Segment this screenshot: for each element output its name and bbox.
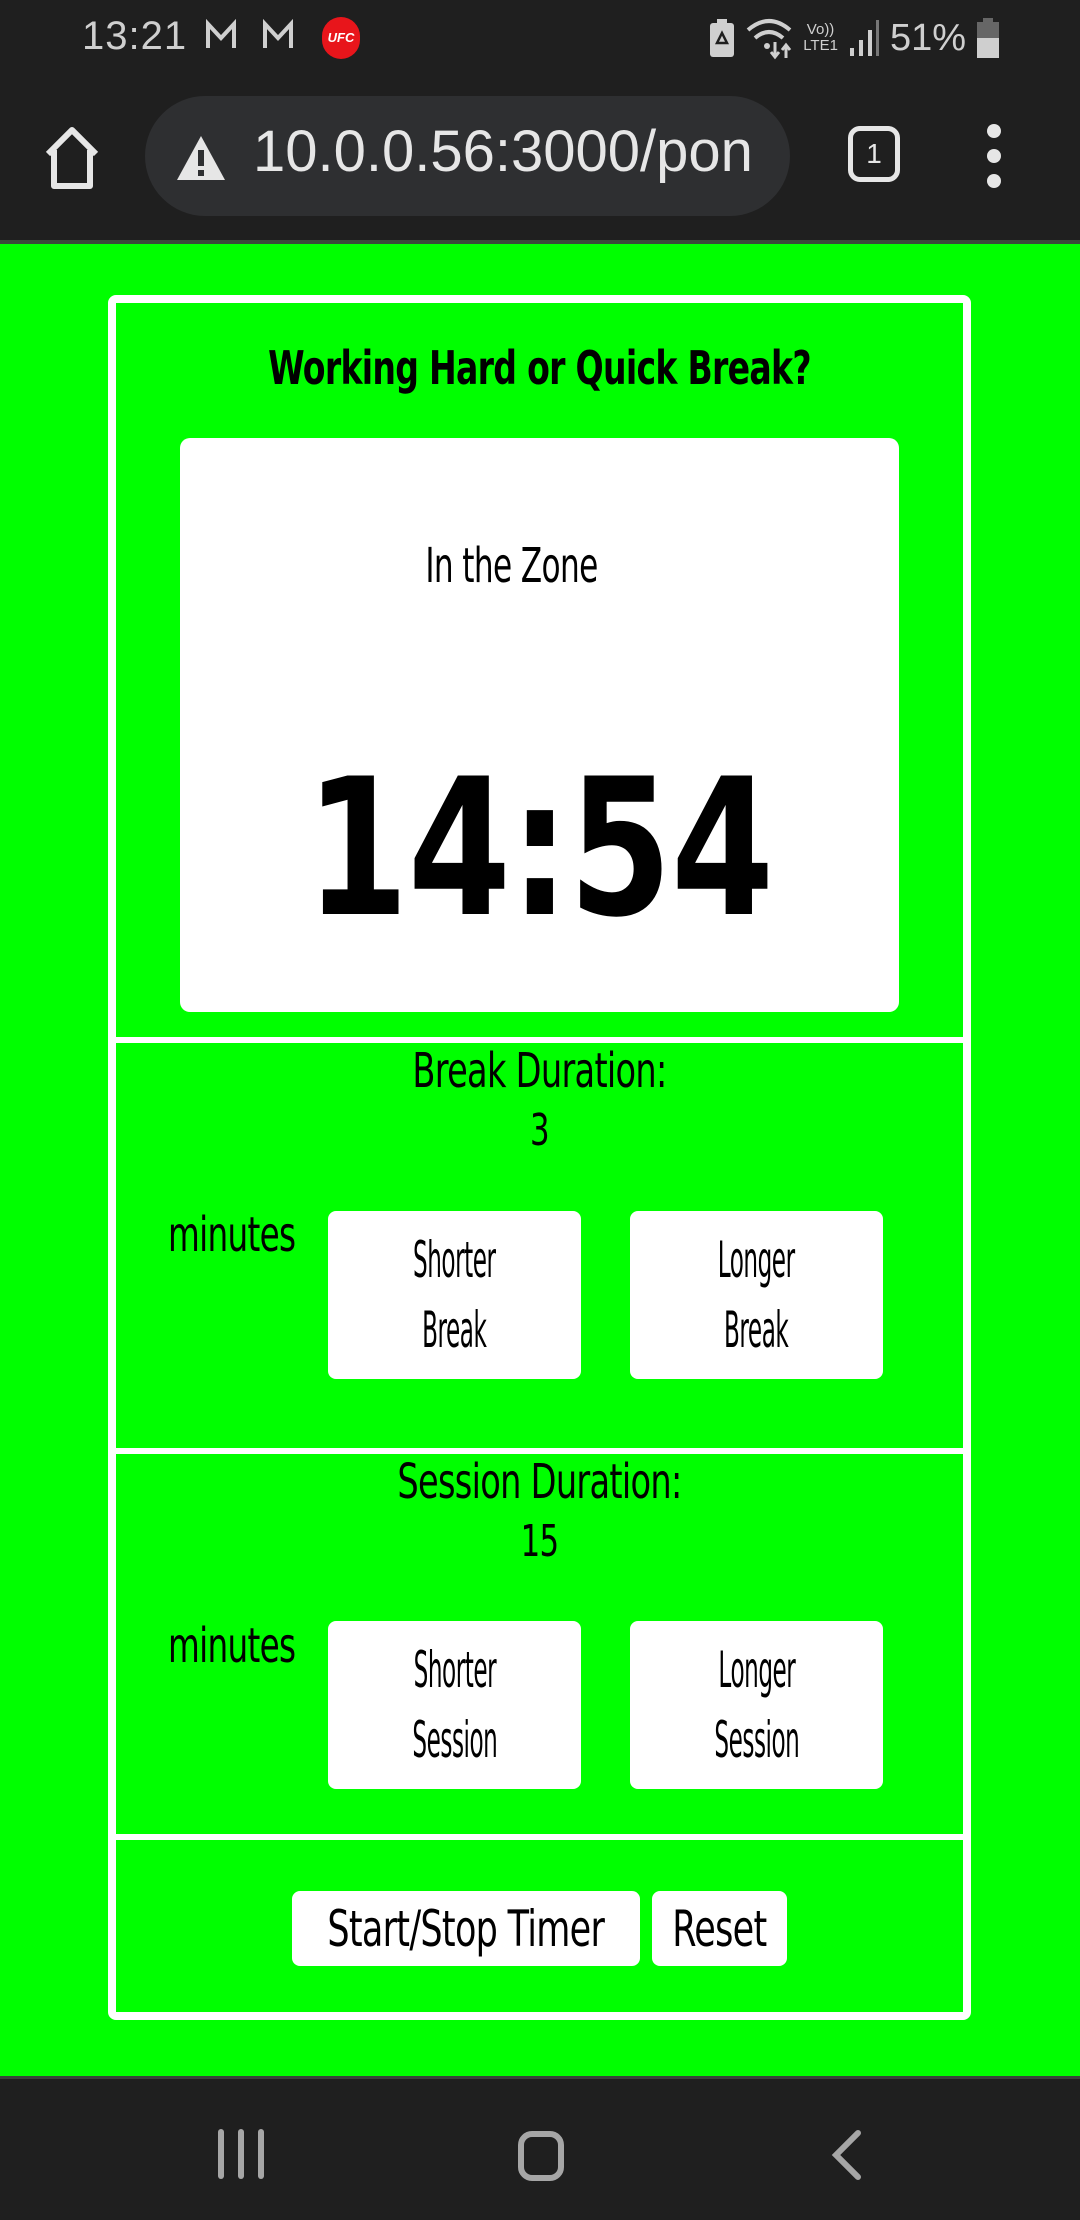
session-section: Session Duration: 15 minutes Shorter Sess… (116, 1454, 963, 1834)
system-nav-bar (0, 2076, 1080, 2220)
controls-section: Start/Stop Timer Reset (116, 1840, 963, 2012)
page-content: Working Hard or Quick Break? In the Zone… (0, 244, 1080, 2076)
timer-display: 14:54 (305, 738, 775, 959)
longer-break-button[interactable]: Longer Break (630, 1211, 883, 1379)
url-text[interactable]: 10.0.0.56:3000/pon (253, 118, 753, 185)
start-stop-timer-button[interactable]: Start/Stop Timer (292, 1891, 640, 1966)
reset-button[interactable]: Reset (652, 1891, 787, 1966)
back-icon[interactable] (828, 2129, 864, 2181)
gmail-icon (206, 18, 236, 48)
timer-section: Working Hard or Quick Break? In the Zone… (116, 303, 963, 1037)
battery-saver-icon (710, 19, 735, 57)
shorter-break-button[interactable]: Shorter Break (328, 1211, 581, 1379)
app-title: Working Hard or Quick Break? (268, 341, 811, 395)
recents-icon[interactable] (218, 2129, 266, 2181)
more-vert-icon[interactable] (984, 124, 1004, 188)
browser-toolbar: 10.0.0.56:3000/pon 1 (0, 76, 1080, 240)
volte-lte-icon: Vo)) LTE1 (803, 21, 838, 54)
home-icon[interactable] (40, 126, 104, 190)
status-time: 13:21 (82, 14, 188, 58)
url-bar[interactable]: 10.0.0.56:3000/pon (145, 96, 790, 216)
status-system-icons: Vo)) LTE1 51% (709, 14, 1000, 62)
session-unit-label: minutes (168, 1618, 296, 1674)
ufc-app-icon: UFC (322, 17, 360, 59)
warning-icon[interactable] (175, 134, 227, 182)
timer-card: In the Zone 14:54 (180, 438, 899, 1012)
break-duration-label: Break Duration: (412, 1043, 667, 1099)
session-duration-label: Session Duration: (397, 1454, 682, 1510)
gmail-icon (263, 18, 293, 48)
timer-mode-label: In the Zone (425, 538, 598, 594)
battery-percent: 51% (889, 16, 966, 59)
shorter-session-button[interactable]: Shorter Session (328, 1621, 581, 1789)
home-icon[interactable] (518, 2131, 564, 2181)
pomodoro-container: Working Hard or Quick Break? In the Zone… (108, 295, 971, 2020)
session-duration-value: 15 (520, 1516, 560, 1567)
break-unit-label: minutes (168, 1207, 296, 1263)
longer-session-button[interactable]: Longer Session (630, 1621, 883, 1789)
battery-icon (977, 18, 999, 58)
status-bar: 13:21 UFC Vo)) LTE1 51% (0, 0, 1080, 76)
break-section: Break Duration: 3 minutes Shorter Break L… (116, 1043, 963, 1448)
break-duration-value: 3 (530, 1105, 550, 1156)
tab-switcher-button[interactable]: 1 (848, 126, 900, 182)
signal-icon (849, 20, 879, 56)
wifi-icon (746, 19, 792, 60)
